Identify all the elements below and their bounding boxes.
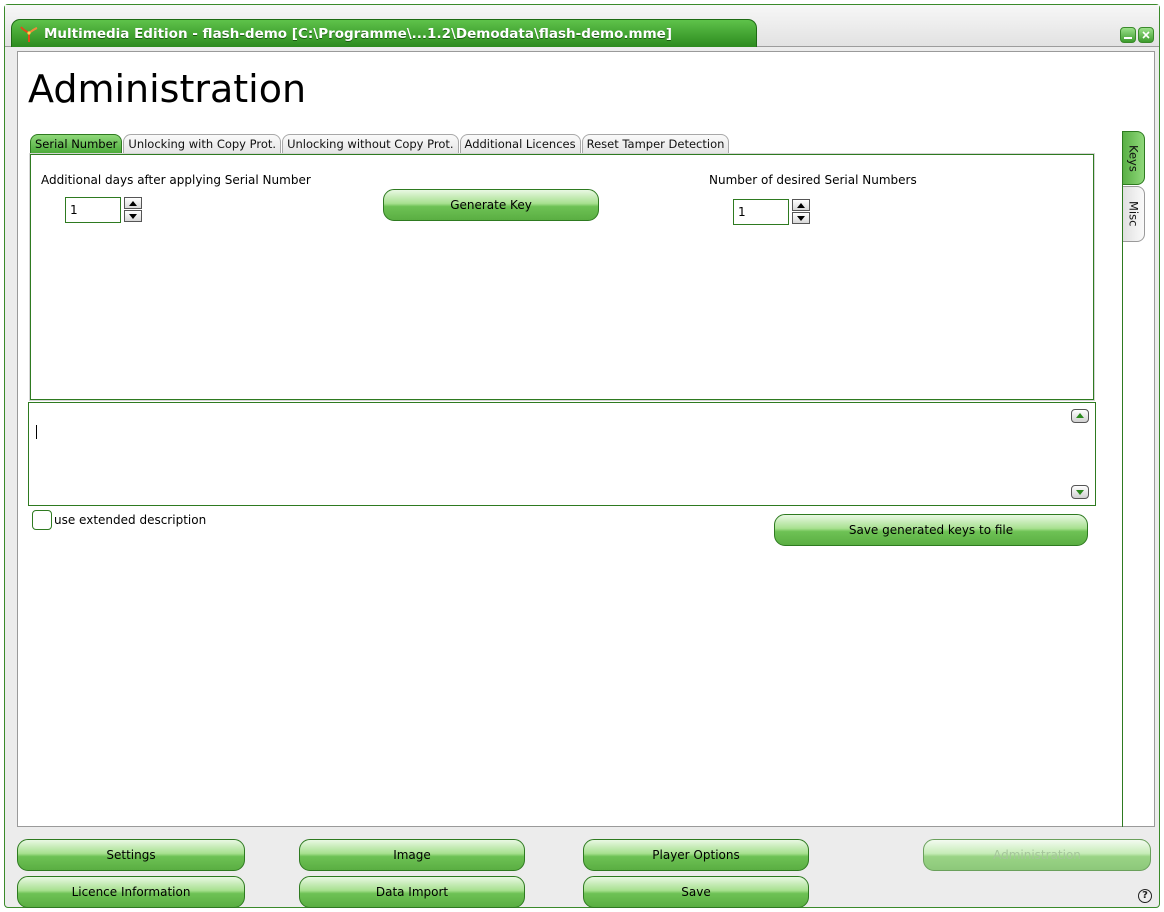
count-increment-icon[interactable] (792, 199, 810, 211)
title-pill[interactable]: Multimedia Edition - flash-demo [C:\Prog… (11, 19, 757, 47)
close-button[interactable] (1138, 27, 1154, 43)
side-tab-keys-label: Keys (1126, 144, 1141, 172)
help-icon[interactable]: ? (1138, 889, 1152, 903)
app-logo-icon (20, 25, 38, 43)
tab-bar: Serial Number Unlocking with Copy Prot. … (30, 134, 730, 154)
count-field[interactable]: 1 (733, 199, 789, 225)
count-decrement-icon[interactable] (792, 212, 810, 224)
tab-unlocking-with-copy-prot[interactable]: Unlocking with Copy Prot. (123, 134, 282, 154)
scroll-up-icon[interactable] (1071, 409, 1089, 423)
days-field[interactable]: 1 (65, 197, 121, 223)
image-button[interactable]: Image (299, 839, 525, 871)
title-bar[interactable]: Multimedia Edition - flash-demo [C:\Prog… (5, 5, 1159, 47)
page-title: Administration (28, 67, 307, 111)
licence-information-button[interactable]: Licence Information (17, 876, 245, 908)
extended-description-label: use extended description (54, 513, 207, 527)
text-caret (36, 425, 37, 439)
days-decrement-icon[interactable] (124, 210, 142, 222)
main-content: Administration Serial Number Unlocking w… (17, 51, 1155, 827)
app-window: Multimedia Edition - flash-demo [C:\Prog… (4, 4, 1160, 908)
count-stepper-buttons (792, 199, 810, 225)
count-stepper: 1 (733, 199, 810, 225)
serial-number-panel: Additional days after applying Serial Nu… (29, 153, 1095, 401)
generate-key-button[interactable]: Generate Key (383, 189, 599, 221)
administration-button[interactable]: Administration (923, 839, 1151, 871)
tab-reset-tamper-detection[interactable]: Reset Tamper Detection (581, 134, 730, 154)
window-title: Multimedia Edition - flash-demo [C:\Prog… (44, 25, 672, 42)
data-import-button[interactable]: Data Import (299, 876, 525, 908)
settings-button[interactable]: Settings (17, 839, 245, 871)
side-tab-keys[interactable]: Keys (1123, 131, 1145, 185)
days-stepper: 1 (65, 197, 142, 223)
tab-unlocking-without-copy-prot[interactable]: Unlocking without Copy Prot. (282, 134, 459, 154)
minimize-button[interactable] (1120, 27, 1136, 43)
side-tab-misc[interactable]: Misc (1123, 186, 1145, 242)
count-label: Number of desired Serial Numbers (709, 173, 917, 187)
days-increment-icon[interactable] (124, 197, 142, 209)
minimize-icon (1124, 37, 1132, 39)
save-button[interactable]: Save (583, 876, 809, 908)
scroll-down-icon[interactable] (1071, 485, 1089, 499)
player-options-button[interactable]: Player Options (583, 839, 809, 871)
tab-additional-licences[interactable]: Additional Licences (459, 134, 581, 154)
close-icon (1141, 29, 1151, 41)
side-tab-misc-label: Misc (1126, 201, 1141, 227)
days-stepper-buttons (124, 197, 142, 223)
generated-keys-textarea[interactable] (28, 402, 1096, 506)
extended-description-checkbox[interactable] (32, 510, 52, 530)
tab-serial-number[interactable]: Serial Number (30, 134, 123, 154)
save-keys-button[interactable]: Save generated keys to file (774, 514, 1088, 546)
days-label: Additional days after applying Serial Nu… (41, 173, 311, 187)
